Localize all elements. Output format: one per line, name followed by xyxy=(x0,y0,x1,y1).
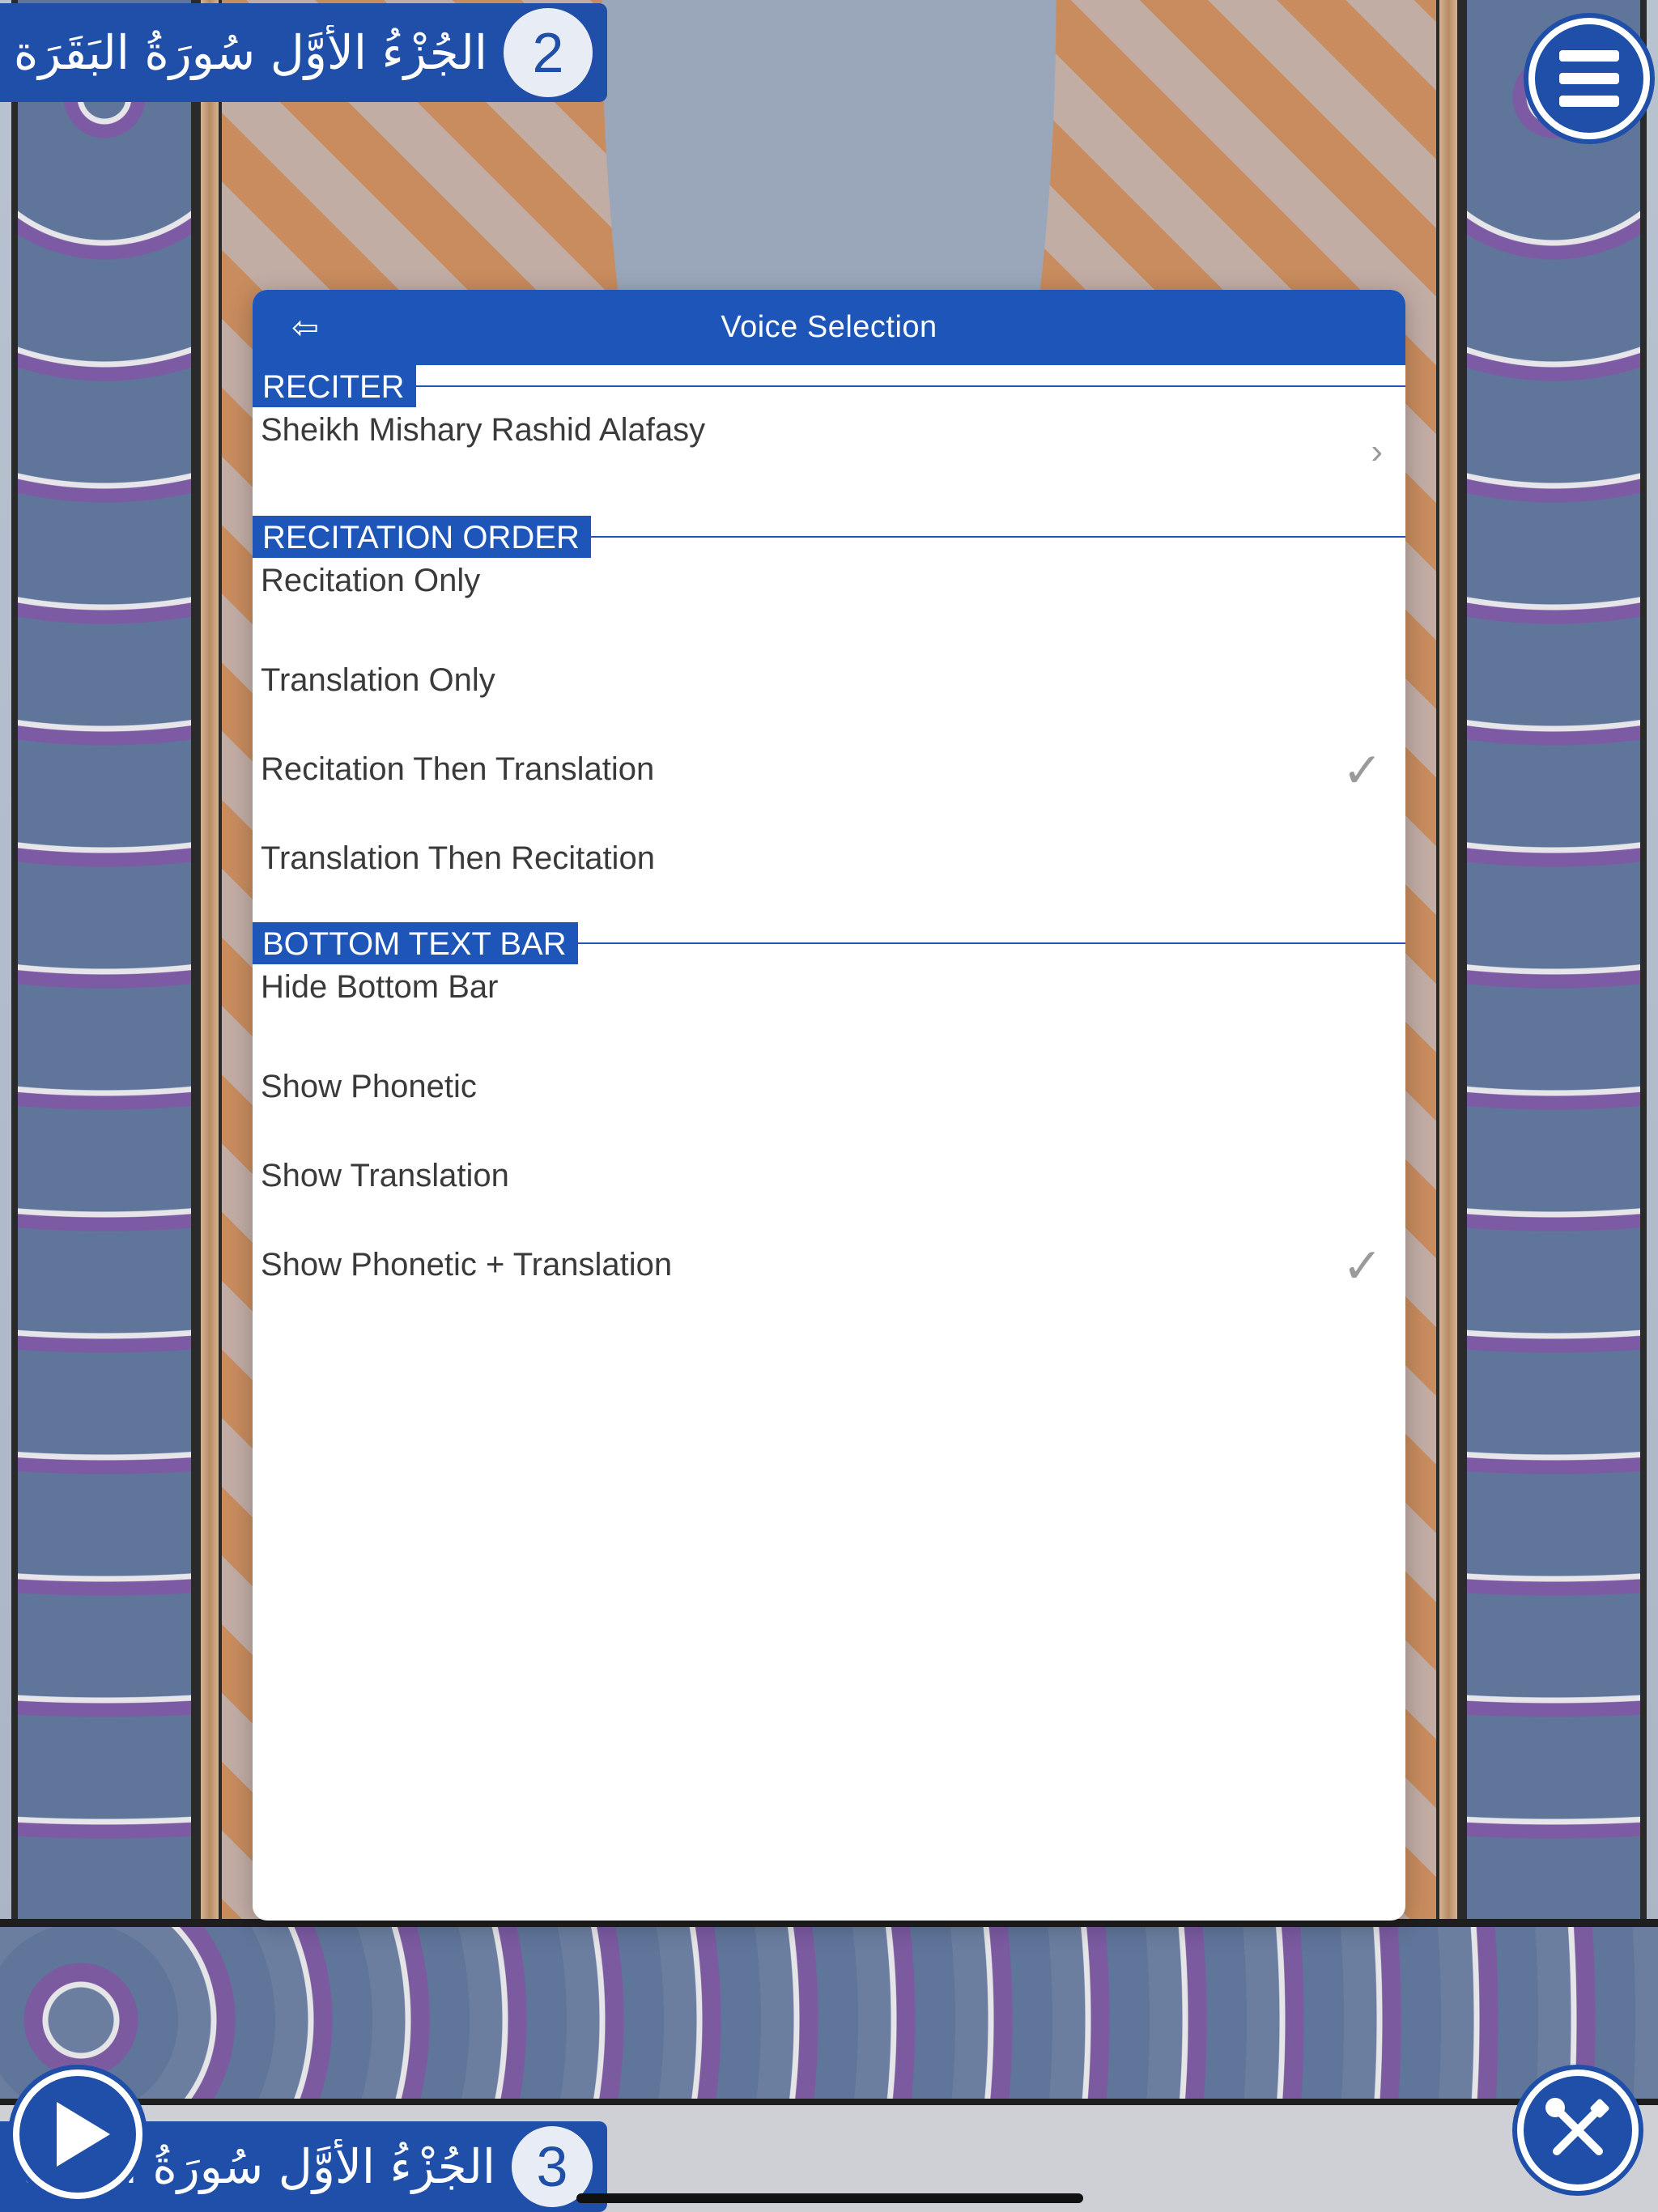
ornament-bottom-frieze xyxy=(0,1919,1658,2105)
option-translation-then-recitation[interactable]: Translation Then Recitation xyxy=(253,814,1405,903)
section-header-label: RECITER xyxy=(253,365,416,407)
section-reciter: RECITER Sheikh Mishary Rashid Alafasy › xyxy=(253,365,1405,485)
tools-icon xyxy=(1545,2098,1609,2155)
checkmark-icon: ✓ xyxy=(1341,743,1383,798)
section-header-label: BOTTOM TEXT BAR xyxy=(253,922,578,964)
option-label: Recitation Then Translation xyxy=(261,751,655,787)
ornament-border-left xyxy=(11,0,198,2105)
section-header-bottom-text-bar: BOTTOM TEXT BAR xyxy=(253,922,1405,964)
option-label: Show Phonetic + Translation xyxy=(261,1246,673,1283)
panel-title: Voice Selection xyxy=(721,310,937,344)
back-button[interactable]: ⇦ xyxy=(285,308,325,348)
section-header-recitation-order: RECITATION ORDER xyxy=(253,516,1405,558)
ornament-band-right xyxy=(1436,0,1460,2105)
top-juz-label: الجُزْءُ الأَوَّل سُورَةُ البَقَرَة xyxy=(13,25,487,80)
reciter-row[interactable]: Sheikh Mishary Rashid Alafasy › xyxy=(253,407,1405,485)
reciter-name: Sheikh Mishary Rashid Alafasy xyxy=(261,412,706,448)
option-label: Hide Bottom Bar xyxy=(261,969,499,1005)
option-label: Show Translation xyxy=(261,1157,509,1193)
section-recitation-order: RECITATION ORDER Recitation Only Transla… xyxy=(253,516,1405,903)
option-show-translation[interactable]: Show Translation xyxy=(253,1131,1405,1220)
option-translation-only[interactable]: Translation Only xyxy=(253,636,1405,725)
option-hide-bottom-bar[interactable]: Hide Bottom Bar xyxy=(253,964,1405,1042)
panel-header: ⇦ Voice Selection xyxy=(253,290,1405,365)
option-show-phonetic-translation[interactable]: Show Phonetic + Translation ✓ xyxy=(253,1220,1405,1309)
option-label: Recitation Only xyxy=(261,563,481,598)
voice-selection-panel: ⇦ Voice Selection RECITER Sheikh Mishary… xyxy=(253,290,1405,1921)
section-bottom-text-bar: BOTTOM TEXT BAR Hide Bottom Bar Show Pho… xyxy=(253,922,1405,1309)
top-page-number: 2 xyxy=(504,8,593,97)
option-label: Show Phonetic xyxy=(261,1068,477,1104)
tools-button[interactable] xyxy=(1517,2069,1639,2191)
option-label: Translation Then Recitation xyxy=(261,840,655,876)
home-indicator xyxy=(576,2193,1083,2203)
option-label: Translation Only xyxy=(261,661,495,698)
hamburger-icon xyxy=(1559,50,1619,107)
option-show-phonetic[interactable]: Show Phonetic xyxy=(253,1042,1405,1131)
section-header-label: RECITATION ORDER xyxy=(253,516,591,558)
checkmark-icon: ✓ xyxy=(1341,1239,1383,1293)
ornament-border-right xyxy=(1460,0,1647,2105)
play-button[interactable] xyxy=(13,2069,142,2199)
option-recitation-then-translation[interactable]: Recitation Then Translation ✓ xyxy=(253,725,1405,814)
ornament-band-left xyxy=(198,0,222,2105)
chevron-right-icon: › xyxy=(1371,432,1383,471)
option-recitation-only[interactable]: Recitation Only xyxy=(253,558,1405,636)
back-arrow-icon: ⇦ xyxy=(291,309,319,347)
menu-button[interactable] xyxy=(1528,18,1650,139)
section-header-reciter: RECITER xyxy=(253,365,1405,407)
top-juz-banner[interactable]: الجُزْءُ الأَوَّل سُورَةُ البَقَرَة 2 xyxy=(0,3,607,102)
play-icon xyxy=(57,2102,110,2167)
